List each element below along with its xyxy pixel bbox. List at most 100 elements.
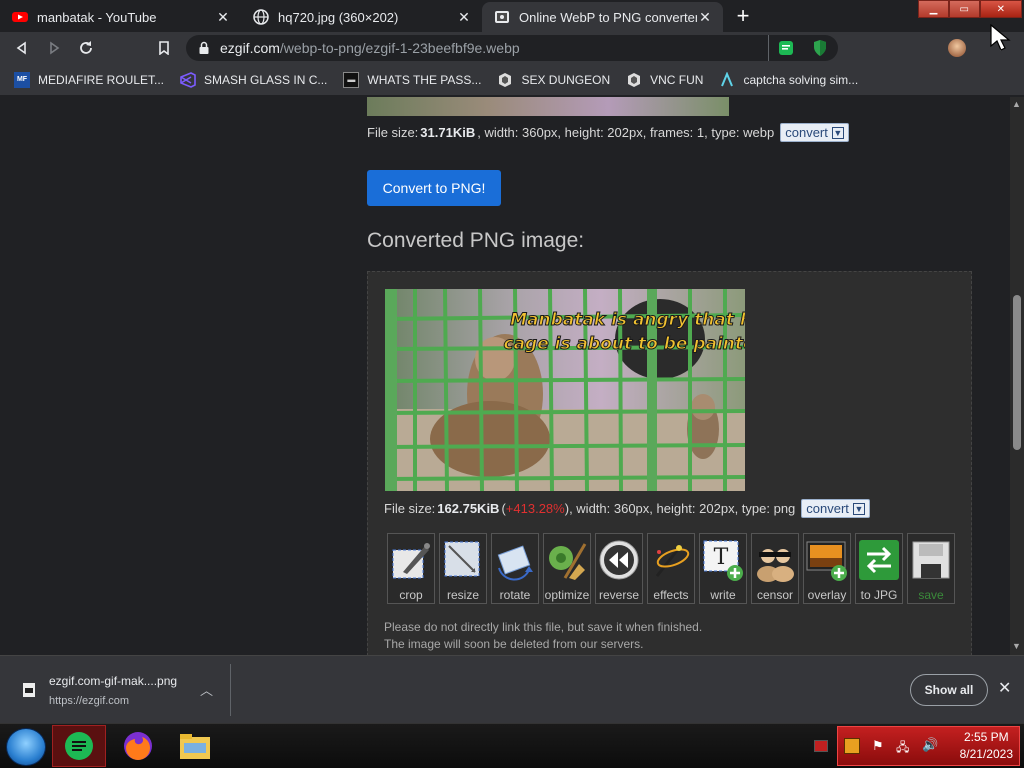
bookmark-label: captcha solving sim... [743, 72, 859, 87]
bookmark-label: VNC FUN [650, 72, 704, 87]
bookmark-star-button[interactable] [148, 34, 180, 62]
download-shelf: ezgif.com-gif-mak....png https://ezgif.c… [0, 655, 1024, 723]
close-tab-icon[interactable]: ✕ [456, 9, 472, 26]
volume-icon[interactable]: 🔊 [922, 737, 938, 753]
vnc-icon [499, 72, 512, 87]
tool-write[interactable]: T write [699, 533, 747, 604]
reload-button[interactable] [70, 34, 102, 62]
profile-avatar[interactable] [948, 39, 966, 57]
page-scrollbar[interactable]: ▲ ▼ [1010, 97, 1024, 655]
tray-app-icon[interactable] [844, 738, 860, 754]
bookmark-vnc-fun[interactable]: VNC FUN [618, 72, 711, 88]
page-content: File size: 31.71KiB , width: 360px, heig… [0, 97, 1010, 655]
chevron-up-icon[interactable]: ︿ [200, 680, 213, 699]
scroll-down-icon[interactable]: ▼ [1012, 641, 1021, 651]
taskbar-app-firefox[interactable] [111, 725, 165, 767]
maximize-button[interactable]: ▭ [948, 0, 980, 18]
tool-rotate[interactable]: rotate [491, 533, 539, 604]
system-tray: ⚑ 🖧 🔊 2:55 PM 8/21/2023 [837, 726, 1020, 766]
source-convert-button[interactable]: convert ▼ [780, 123, 849, 142]
file-size-label: File size: [384, 501, 436, 516]
bookmarks-bar: MF MEDIAFIRE ROULET... SMASH GLASS IN C.… [0, 64, 1024, 96]
tray-flag-icon[interactable] [814, 740, 828, 752]
bookmark-mediafire[interactable]: MF MEDIAFIRE ROULET... [6, 71, 172, 88]
close-download-shelf-icon[interactable]: ✕ [998, 678, 1011, 698]
save-icon [912, 541, 950, 579]
network-icon[interactable]: 🖧 [896, 738, 909, 759]
scroll-up-icon[interactable]: ▲ [1012, 99, 1021, 109]
tab-title: Online WebP to PNG converter [519, 9, 697, 25]
optimize-icon [549, 543, 587, 580]
resize-icon [444, 541, 480, 577]
bookmark-whats-the-pass[interactable]: ▬ WHATS THE PASS... [335, 71, 489, 88]
download-item[interactable]: ezgif.com-gif-mak....png https://ezgif.c… [14, 668, 230, 716]
forward-button[interactable] [38, 34, 70, 62]
tab-youtube[interactable]: manbatak - YouTube ✕ [0, 2, 241, 32]
tool-label: resize [446, 588, 479, 602]
bookmark-icon [159, 41, 169, 55]
back-button[interactable] [6, 34, 38, 62]
convert-to-png-button[interactable]: Convert to PNG! [367, 170, 501, 206]
download-arrow-icon: ▼ [852, 502, 865, 515]
new-tab-button[interactable]: + [729, 2, 757, 30]
file-size-value: 162.75KiB [437, 501, 500, 516]
url-path: /webp-to-png/ezgif-1-23beefbf9e.webp [279, 40, 520, 56]
tool-label: optimize [544, 588, 590, 602]
tool-label: to JPG [860, 588, 898, 602]
close-window-button[interactable]: ✕ [979, 0, 1023, 18]
youtube-icon [12, 12, 28, 22]
reload-icon [80, 41, 92, 54]
tool-resize[interactable]: resize [439, 533, 487, 604]
vnc-icon [628, 72, 641, 87]
tool-label: effects [653, 588, 689, 602]
mediafire-icon: MF [14, 71, 30, 88]
close-tab-icon[interactable]: ✕ [697, 9, 713, 26]
result-convert-button[interactable]: convert ▼ [801, 499, 870, 518]
action-center-flag-icon[interactable]: ⚑ [872, 738, 884, 754]
convert-label: convert [806, 501, 849, 516]
tool-save[interactable]: save [907, 533, 955, 604]
mouse-cursor-icon [990, 24, 1011, 51]
extension-green-icon[interactable] [778, 40, 794, 56]
tool-label: censor [756, 588, 794, 602]
bookmark-smash-glass[interactable]: SMASH GLASS IN C... [172, 71, 335, 88]
tool-label: overlay [807, 588, 847, 602]
tool-strip: crop resize rotate optimize reverse effe… [387, 533, 959, 604]
taskbar: ⚑ 🖧 🔊 2:55 PM 8/21/2023 [0, 723, 1024, 768]
close-tab-icon[interactable]: ✕ [215, 9, 231, 26]
bookmark-label: MEDIAFIRE ROULET... [38, 72, 165, 87]
tool-crop[interactable]: crop [387, 533, 435, 604]
size-delta: +413.28% [505, 501, 565, 516]
bookmark-captcha[interactable]: captcha solving sim... [711, 71, 866, 88]
start-button[interactable] [6, 728, 46, 766]
file-size-label: File size: [367, 125, 419, 140]
caption-line-2: cage is about to be painted! [504, 334, 746, 354]
address-bar[interactable]: ezgif.com/webp-to-png/ezgif-1-23beefbf9e… [186, 35, 838, 61]
censor-icon [757, 549, 794, 582]
browser-toolbar: ezgif.com/webp-to-png/ezgif-1-23beefbf9e… [0, 32, 1024, 64]
tool-label: write [710, 588, 736, 602]
caption-line-1: Manbatak is angry that his [510, 310, 745, 330]
tool-optimize[interactable]: optimize [543, 533, 591, 604]
scroll-thumb[interactable] [1013, 295, 1021, 450]
tool-censor[interactable]: censor [751, 533, 799, 604]
tab-ezgif[interactable]: Online WebP to PNG converter ✕ [482, 2, 723, 32]
minimize-button[interactable]: ▁ [918, 0, 949, 18]
tool-effects[interactable]: effects [647, 533, 695, 604]
tool-reverse[interactable]: reverse [595, 533, 643, 604]
result-panel: Manbatak is angry that his cage is about… [367, 271, 972, 655]
download-divider [230, 664, 231, 716]
taskbar-app-spotify[interactable] [52, 725, 106, 767]
taskbar-app-explorer[interactable] [168, 725, 222, 767]
show-all-button[interactable]: Show all [910, 674, 988, 706]
tool-overlay[interactable]: overlay [803, 533, 851, 604]
shield-icon[interactable] [812, 39, 828, 57]
taskbar-clock[interactable]: 2:55 PM 8/21/2023 [960, 729, 1013, 763]
back-icon [16, 41, 26, 55]
file-details: , width: 360px, height: 202px, frames: 1… [477, 125, 775, 140]
tool-to-jpg[interactable]: to JPG [855, 533, 903, 604]
bookmark-sex-dungeon[interactable]: SEX DUNGEON [489, 72, 618, 88]
source-file-info: File size: 31.71KiB , width: 360px, heig… [367, 123, 849, 142]
tab-hq720[interactable]: hq720.jpg (360×202) ✕ [241, 2, 482, 32]
tool-label: reverse [598, 588, 639, 602]
